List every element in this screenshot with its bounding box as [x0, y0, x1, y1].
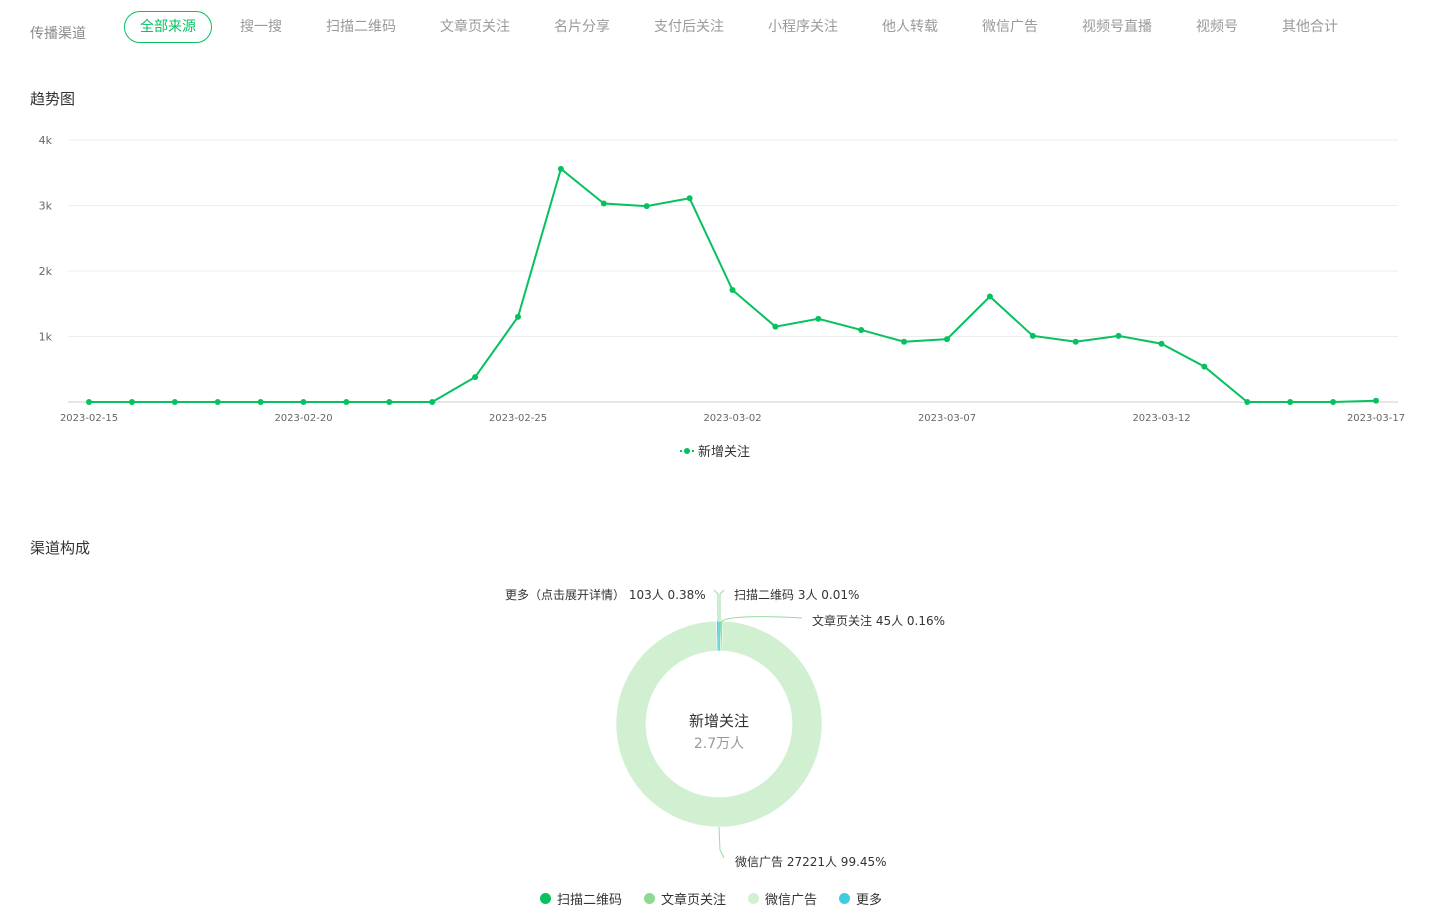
data-point — [643, 203, 650, 210]
data-point — [815, 315, 822, 322]
trend-line-chart: 4k 3k 2k 1k 2023-02-15 2023-02-20 2023-02-25 20… — [39, 134, 1405, 424]
tab-mini-program[interactable]: 小程序关注 — [752, 11, 854, 43]
tab-channels-live[interactable]: 视频号直播 — [1066, 11, 1168, 43]
data-point — [1373, 397, 1379, 404]
data-point — [986, 293, 993, 300]
legend-dot-icon — [644, 893, 656, 904]
tab-article-follow[interactable]: 文章页关注 — [424, 11, 526, 43]
channel-tabs: 全部来源 搜一搜 扫描二维码 文章页关注 名片分享 支付后关注 小程序关注 他人… — [124, 11, 1366, 43]
legend-label: 扫描二维码 — [557, 893, 623, 908]
data-point — [944, 336, 950, 343]
tab-others-total[interactable]: 其他合计 — [1266, 11, 1354, 43]
data-point — [1201, 363, 1208, 370]
legend-label: 微信广告 — [765, 893, 818, 908]
x-tick-label: 2023-02-20 — [274, 413, 332, 424]
slice-label-article: 文章页关注 45人 0.16% — [812, 614, 946, 628]
data-point — [386, 399, 393, 405]
legend-item-more[interactable]: 更多 — [839, 889, 882, 908]
x-tick-label: 2023-03-07 — [918, 413, 976, 424]
tab-wechat-ads[interactable]: 微信广告 — [966, 11, 1054, 43]
data-point — [1115, 332, 1122, 339]
data-point — [1287, 399, 1294, 405]
y-tick-label: 1k — [39, 331, 53, 344]
tab-repost[interactable]: 他人转载 — [866, 11, 954, 43]
tab-scan-qr[interactable]: 扫描二维码 — [310, 11, 412, 43]
slice-more — [716, 620, 720, 652]
data-point — [729, 286, 736, 293]
data-point — [472, 374, 479, 381]
slice-label-scan-qr: 扫描二维码 3人 0.01% — [734, 588, 860, 602]
y-tick-label: 3k — [39, 200, 53, 213]
data-point — [1029, 332, 1036, 339]
legend-label: 更多 — [856, 893, 883, 908]
x-tick-label: 2023-03-12 — [1132, 413, 1190, 424]
series-line — [89, 167, 1377, 403]
x-tick-label: 2023-02-15 — [60, 413, 118, 424]
donut-center-value: 2.7万人 — [693, 736, 745, 752]
data-point — [901, 338, 908, 345]
x-tick-label: 2023-03-02 — [703, 413, 761, 424]
channel-filter-bar: 传播渠道 全部来源 搜一搜 扫描二维码 文章页关注 名片分享 支付后关注 小程序… — [0, 0, 1434, 60]
data-point — [1072, 338, 1079, 345]
tab-search[interactable]: 搜一搜 — [224, 11, 298, 43]
data-point — [1158, 340, 1165, 347]
data-point — [1330, 399, 1337, 405]
data-point — [214, 399, 221, 405]
y-tick-label: 4k — [39, 134, 53, 147]
legend-item-scan-qr[interactable]: 扫描二维码 — [540, 889, 622, 908]
donut-center-summary: 新增关注 2.7万人 — [619, 710, 819, 753]
trend-legend[interactable]: 新增关注 — [680, 441, 750, 460]
x-tick-label: 2023-03-17 — [1347, 413, 1405, 424]
composition-section-title: 渠道构成 — [30, 539, 91, 557]
leader-line-wechat-ads — [718, 826, 725, 859]
legend-dot-icon — [540, 893, 551, 904]
data-point — [515, 313, 521, 320]
data-point — [557, 165, 564, 172]
tab-after-payment[interactable]: 支付后关注 — [638, 11, 740, 43]
legend-dot-icon — [839, 893, 851, 904]
data-point — [600, 200, 607, 207]
legend-item-article[interactable]: 文章页关注 — [644, 889, 726, 908]
slice-label-more[interactable]: 更多（点击展开详情） 103人 0.38% — [505, 586, 706, 603]
data-point — [686, 195, 693, 202]
data-point — [858, 326, 865, 333]
tab-all-sources[interactable]: 全部来源 — [124, 11, 212, 43]
leader-line-scan-qr — [719, 589, 725, 622]
donut-legend: 扫描二维码 文章页关注 微信广告 更多 — [540, 889, 904, 908]
leader-line-article — [720, 616, 803, 623]
data-point — [429, 399, 436, 405]
data-point — [300, 399, 307, 405]
channel-filter-label: 传播渠道 — [30, 26, 86, 42]
data-point — [772, 323, 779, 330]
data-point — [257, 399, 264, 405]
x-tick-label: 2023-02-25 — [489, 413, 547, 424]
legend-item-wechat-ads[interactable]: 微信广告 — [748, 889, 817, 908]
donut-center-title: 新增关注 — [688, 712, 749, 730]
trend-section-title: 趋势图 — [30, 90, 76, 108]
tab-channels[interactable]: 视频号 — [1180, 11, 1254, 43]
trend-legend-label: 新增关注 — [698, 445, 751, 460]
y-tick-label: 2k — [39, 265, 53, 278]
slice-label-wechat-ads: 微信广告 27221人 99.45% — [735, 855, 887, 869]
legend-dot-icon — [748, 893, 760, 904]
series-marker-icon — [680, 446, 694, 456]
data-point — [86, 399, 92, 405]
data-point — [128, 399, 135, 405]
tab-card-share[interactable]: 名片分享 — [538, 11, 626, 43]
legend-label: 文章页关注 — [661, 893, 727, 908]
data-point — [1244, 399, 1251, 405]
leader-line-more — [713, 589, 719, 622]
data-point — [343, 399, 350, 405]
data-point — [171, 399, 178, 405]
